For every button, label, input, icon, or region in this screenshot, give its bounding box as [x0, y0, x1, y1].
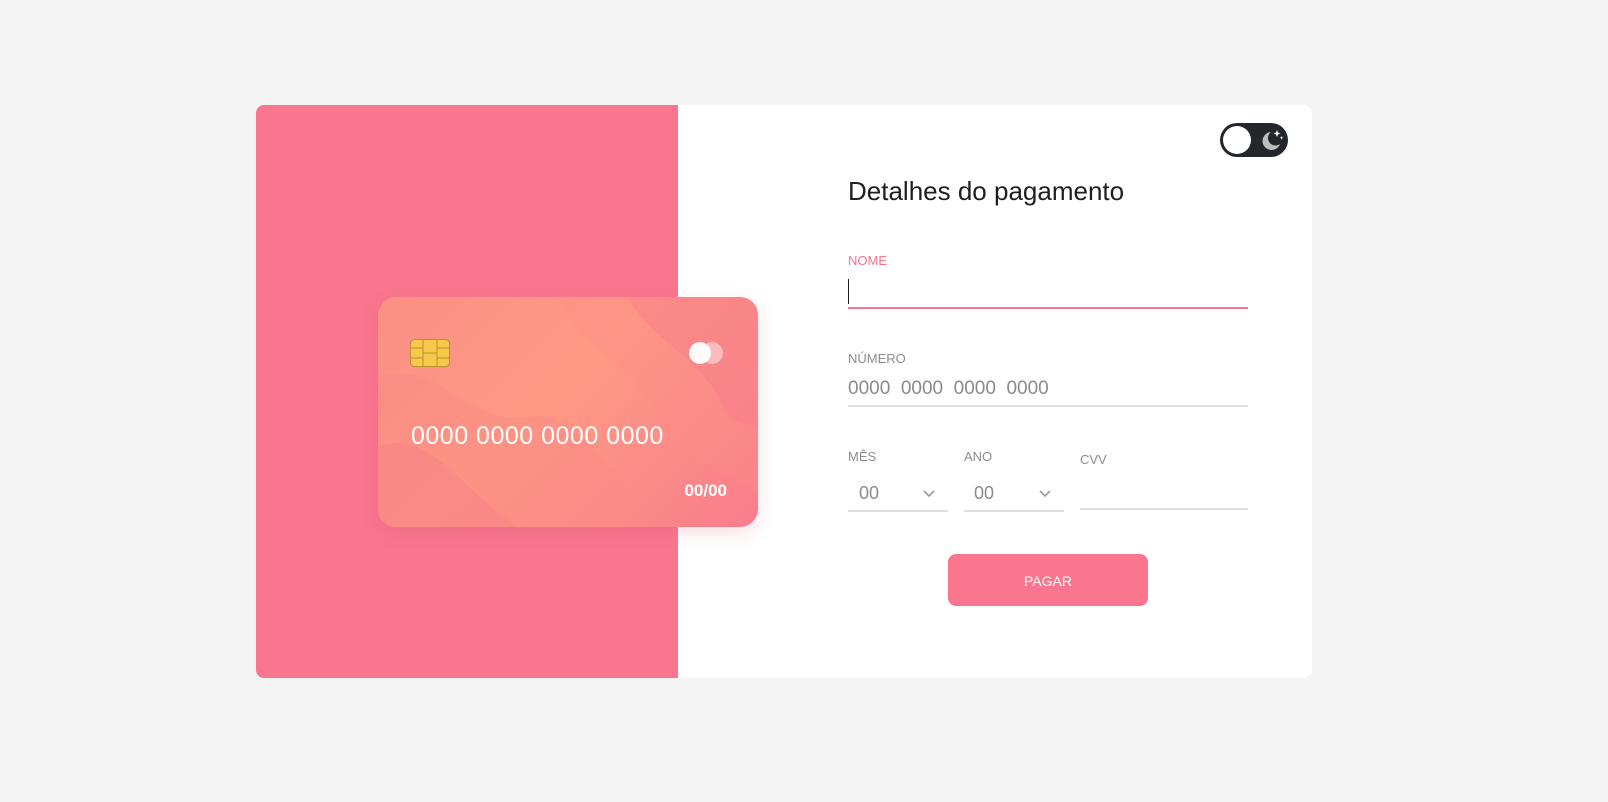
cvv-label: CVV: [1080, 452, 1107, 467]
name-label: NOME: [848, 253, 887, 268]
year-underline: [964, 510, 1064, 512]
text-cursor: [848, 279, 849, 304]
card-expiry-display: 00/00: [684, 481, 727, 500]
theme-toggle[interactable]: [1220, 123, 1288, 157]
credit-card-preview: 0000 0000 0000 0000 00/00: [378, 297, 758, 527]
card-brand-icon: [689, 342, 723, 364]
number-label: NÚMERO: [848, 351, 906, 366]
month-underline: [848, 510, 948, 512]
chevron-down-icon: [923, 490, 935, 498]
month-label: MÊS: [848, 449, 877, 464]
sun-knob-icon: [1223, 126, 1251, 154]
month-select[interactable]: 00: [859, 483, 879, 504]
name-underline: [848, 307, 1248, 309]
number-underline: [848, 405, 1248, 407]
card-chip-icon: [410, 339, 450, 367]
page-title: Detalhes do pagamento: [848, 176, 1125, 206]
moon-stars-icon: [1262, 130, 1284, 150]
cvv-underline: [1080, 508, 1248, 510]
cvv-input[interactable]: [1080, 478, 1248, 506]
pay-button[interactable]: PAGAR: [948, 554, 1148, 606]
chevron-down-icon: [1039, 490, 1051, 498]
name-input[interactable]: [850, 278, 1246, 306]
card-number-input[interactable]: 0000 0000 0000 0000: [848, 378, 1049, 400]
card-number-display: 0000 0000 0000 0000: [411, 422, 664, 450]
year-label: ANO: [964, 449, 993, 464]
year-select[interactable]: 00: [974, 483, 994, 504]
